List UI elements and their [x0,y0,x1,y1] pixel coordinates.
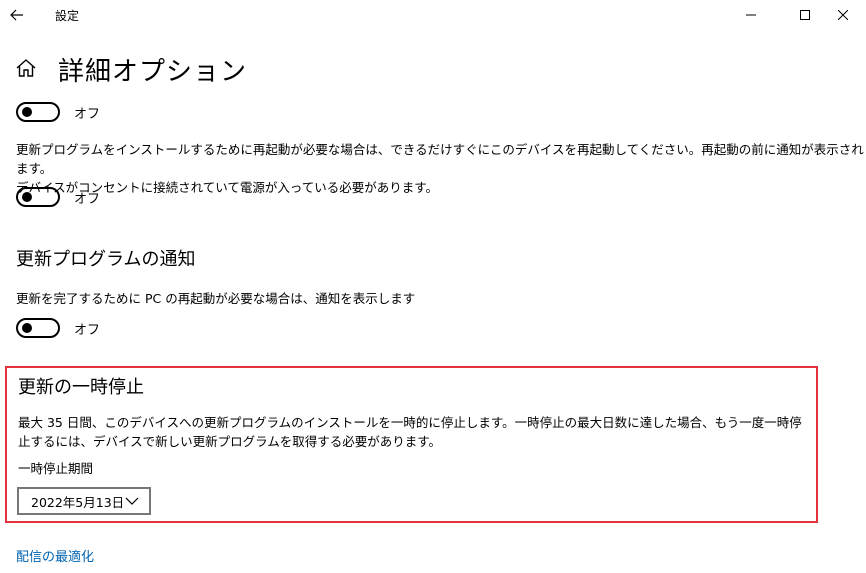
title-bar: 設定 [0,0,866,30]
restart-toggle-switch[interactable] [16,187,60,207]
page-title: 詳細オプション [58,57,248,87]
maximize-icon [800,10,810,20]
first-toggle-switch[interactable] [16,102,60,122]
notify-heading: 更新プログラムの通知 [16,249,196,270]
close-button[interactable] [820,0,866,30]
restart-description: 更新プログラムをインストールするために再起動が必要な場合は、できるだけすぐにこの… [16,140,866,197]
pause-updates-section: 更新の一時停止 最大 35 日間、このデバイスへの更新プログラムのインストールを… [5,366,818,523]
notify-toggle-label: オフ [74,322,101,338]
chevron-down-icon [125,497,139,505]
settings-window: 設定 詳細オプション オフ 更新プログラムをインストールするために再起動が必要な… [0,0,866,573]
toggle-knob [22,323,32,333]
pause-date-dropdown[interactable]: 2022年5月13日 [17,487,151,515]
toggle-knob [22,107,32,117]
pause-date-value: 2022年5月13日 [31,494,125,510]
toggle-knob [22,192,32,202]
restart-toggle-row[interactable]: オフ [16,186,100,208]
back-arrow-icon [10,9,23,21]
minimize-button[interactable] [728,0,774,30]
minimize-icon [746,14,756,16]
notify-toggle-row[interactable]: オフ [16,317,100,339]
first-toggle-row[interactable]: オフ [16,101,100,123]
notify-toggle-switch[interactable] [16,318,60,338]
delivery-optimization-link[interactable]: 配信の最適化 [16,546,94,565]
home-button[interactable] [14,56,38,80]
restart-description-line1: 更新プログラムをインストールするために再起動が必要な場合は、できるだけすぐにこの… [16,142,864,176]
pause-heading: 更新の一時停止 [18,377,144,398]
home-icon [16,59,36,77]
window-title: 設定 [55,9,80,23]
first-toggle-label: オフ [74,106,101,122]
pause-description: 最大 35 日間、このデバイスへの更新プログラムのインストールを一時的に停止しま… [18,415,802,449]
back-button[interactable] [0,0,34,30]
pause-period-label: 一時停止期間 [18,461,94,476]
notify-description: 更新を完了するために PC の再起動が必要な場合は、通知を表示します [16,291,416,306]
close-icon [838,10,848,20]
restart-toggle-label: オフ [74,191,101,207]
